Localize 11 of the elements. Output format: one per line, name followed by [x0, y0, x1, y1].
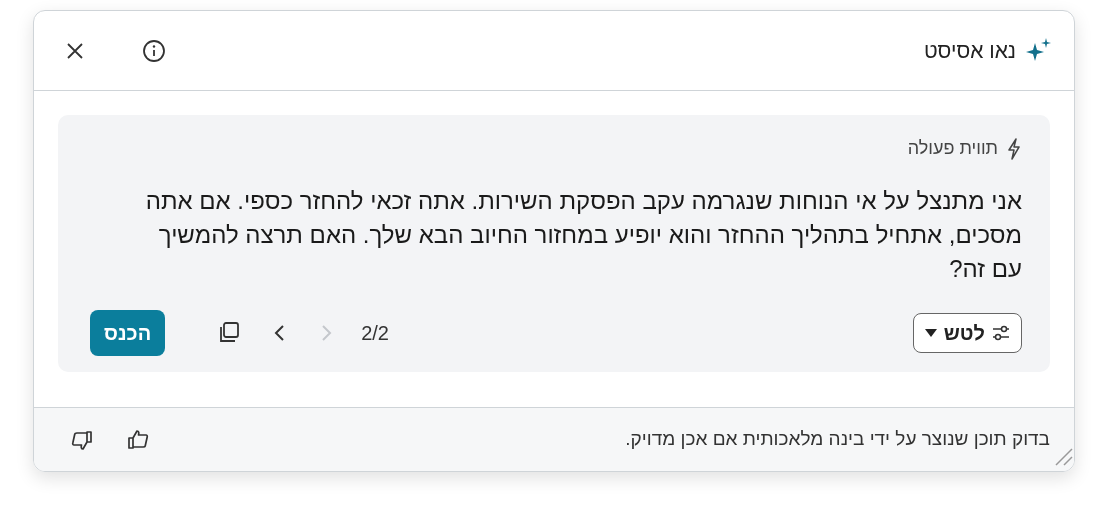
thumbs-up-icon	[126, 427, 150, 452]
insert-button[interactable]: הכנס	[90, 310, 166, 357]
ai-disclaimer: בדוק תוכן שנוצר על ידי בינה מלאכותית אם אכן מדויק.	[625, 427, 1050, 452]
info-icon	[142, 38, 166, 63]
tone-dropdown[interactable]: לטש	[912, 313, 1022, 354]
caret-icon	[923, 328, 938, 339]
panel-title: נאו אסיסט	[923, 37, 1016, 64]
lightning-icon	[1006, 137, 1022, 160]
action-label: תווית פעולה	[907, 137, 998, 160]
response-text: אני מתנצל על אי הנוחות שנגרמה עקב הפסקת השירות. אתה זכאי להחזר כספי. אם אתה מסכים, אתחיל בתהליך ההחזר והוא יופיע במחזור החיוב הבא שלך. האם תרצה להמשיך עם זה?	[144, 186, 1022, 285]
page-counter: 2/2	[361, 321, 389, 347]
